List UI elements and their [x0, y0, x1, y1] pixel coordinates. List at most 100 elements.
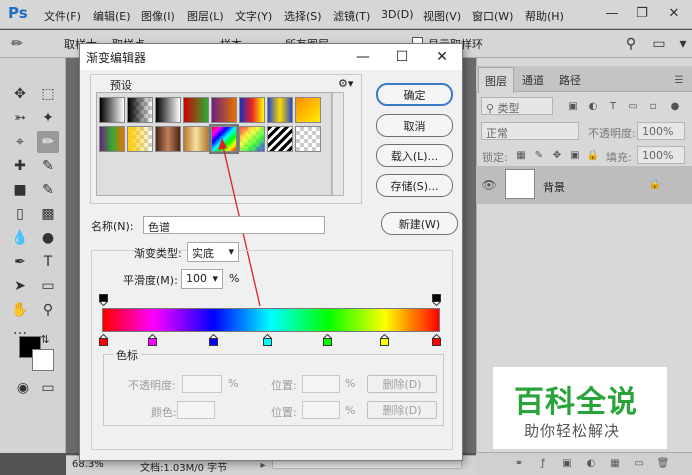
gradient-type-select[interactable]: 实底 ▾ — [187, 242, 239, 262]
hand-tool-icon[interactable]: ✋ — [9, 299, 31, 321]
background-color-swatch[interactable] — [32, 349, 54, 371]
delete-opacity-stop-button[interactable]: 删除(D) — [367, 375, 437, 393]
swap-colors-icon[interactable]: ⇅ — [38, 332, 52, 346]
marquee-tool-icon[interactable]: ⬚ — [37, 83, 59, 105]
text-tool-icon[interactable]: T — [37, 251, 59, 273]
smoothness-field[interactable]: 100 ▾ — [181, 269, 223, 289]
rectangle-tool-icon[interactable]: ▭ — [37, 275, 59, 297]
magic-wand-tool-icon[interactable]: ✦ — [37, 107, 59, 129]
preset-blue-red-yellow[interactable] — [239, 97, 265, 123]
tab-channels[interactable]: 通道 — [516, 67, 550, 93]
menu-type[interactable]: 文字(Y) — [235, 8, 272, 24]
adjustment-layer-icon[interactable]: ◐ — [584, 456, 598, 470]
workspace-menu-icon[interactable]: ▾ — [672, 33, 692, 55]
eyedropper-icon[interactable]: ✏ — [6, 33, 28, 55]
lock-artboard-icon[interactable]: ▣ — [568, 148, 582, 162]
menu-layer[interactable]: 图层(L) — [187, 8, 224, 24]
menu-image[interactable]: 图像(I) — [141, 8, 175, 24]
fill-field[interactable]: 100% — [637, 146, 685, 164]
gradient-tool-icon[interactable]: ▩ — [37, 203, 59, 225]
ok-button[interactable]: 确定 — [376, 83, 453, 106]
preset-yellow-transparent[interactable] — [127, 126, 153, 152]
new-button[interactable]: 新建(W) — [381, 212, 458, 235]
preset-orange-yellow[interactable] — [295, 97, 321, 123]
lock-all-icon[interactable]: 🔒 — [586, 148, 600, 162]
stop-opacity-position-field[interactable] — [302, 375, 340, 393]
stop-color-swatch[interactable] — [177, 401, 215, 419]
color-stop-magenta[interactable] — [148, 334, 157, 346]
blend-mode-select[interactable]: 正常 — [481, 122, 579, 140]
healing-tool-icon[interactable]: ✚ — [9, 155, 31, 177]
preset-fg-transparent[interactable] — [127, 97, 153, 123]
horizontal-scrollbar[interactable] — [272, 460, 462, 469]
crop-tool-icon[interactable]: ⌖ — [9, 131, 31, 153]
menu-select[interactable]: 选择(S) — [284, 8, 322, 24]
menu-help[interactable]: 帮助(H) — [525, 8, 564, 24]
zoom-tool-icon[interactable]: ⚲ — [37, 299, 59, 321]
add-mask-icon[interactable]: ▣ — [560, 456, 574, 470]
move-tool-icon[interactable]: ✥ — [9, 83, 31, 105]
color-stop-yellow[interactable] — [380, 334, 389, 346]
lock-transparent-icon[interactable]: ▦ — [514, 148, 528, 162]
color-stop-red-right[interactable] — [432, 334, 441, 346]
filter-smart-icon[interactable]: ▫ — [646, 99, 660, 113]
pen-tool-icon[interactable]: ✒ — [9, 251, 31, 273]
search-icon[interactable]: ⚲ — [620, 33, 642, 55]
panel-menu-icon[interactable]: ☰ — [672, 73, 686, 87]
close-icon[interactable]: ✕ — [660, 2, 688, 24]
fx-icon[interactable]: ƒ — [536, 456, 550, 470]
name-field[interactable]: 色谱 — [143, 216, 325, 234]
link-layers-icon[interactable]: ⚭ — [512, 456, 526, 470]
preset-transparent[interactable] — [295, 126, 321, 152]
filter-adjust-icon[interactable]: ◐ — [586, 99, 600, 113]
eraser-tool-icon[interactable]: ▯ — [9, 203, 31, 225]
lock-position-icon[interactable]: ✥ — [550, 148, 564, 162]
filter-type-icon[interactable]: T — [606, 99, 620, 113]
visibility-eye-icon[interactable]: 👁 — [481, 178, 496, 192]
eyedropper-tool-icon[interactable]: ✏ — [37, 131, 59, 153]
new-layer-icon[interactable]: ▭ — [632, 456, 646, 470]
blur-tool-icon[interactable]: 💧 — [9, 227, 31, 249]
save-button[interactable]: 存储(S)... — [376, 174, 453, 197]
lock-pixels-icon[interactable]: ✎ — [532, 148, 546, 162]
menu-view[interactable]: 视图(V) — [423, 8, 461, 24]
opacity-stop-right[interactable] — [432, 294, 441, 306]
preset-black-white[interactable] — [155, 97, 181, 123]
filter-shape-icon[interactable]: ▭ — [626, 99, 640, 113]
preset-copper[interactable] — [155, 126, 181, 152]
menu-file[interactable]: 文件(F) — [44, 8, 81, 24]
stop-opacity-field[interactable] — [182, 375, 222, 393]
preset-fg-bg[interactable] — [99, 97, 125, 123]
preset-chrome[interactable] — [183, 126, 209, 152]
load-button[interactable]: 载入(L)... — [376, 144, 453, 167]
color-stop-blue[interactable] — [209, 334, 218, 346]
dialog-maximize-icon[interactable]: ☐ — [383, 44, 421, 70]
tab-paths[interactable]: 路径 — [553, 67, 587, 93]
brush-tool-icon[interactable]: ✎ — [37, 155, 59, 177]
preset-blue-yellow-blue[interactable] — [267, 97, 293, 123]
tab-layers[interactable]: 图层 — [478, 67, 514, 93]
delete-color-stop-button[interactable]: 删除(D) — [367, 401, 437, 419]
presets-scrollbar[interactable] — [332, 92, 344, 196]
menu-filter[interactable]: 滤镜(T) — [333, 8, 370, 24]
cancel-button[interactable]: 取消 — [376, 114, 453, 137]
screen-mode-icon[interactable]: ▭ — [37, 377, 59, 399]
layer-kind-filter[interactable]: ⚲ 类型 — [481, 97, 553, 115]
history-brush-tool-icon[interactable]: ✎ — [37, 179, 59, 201]
presets-gear-icon[interactable]: ⚙▾ — [338, 77, 353, 90]
color-stop-cyan[interactable] — [263, 334, 272, 346]
color-stop-red-left[interactable] — [99, 334, 108, 346]
dodge-tool-icon[interactable]: ● — [37, 227, 59, 249]
gradient-preview-bar[interactable] — [102, 308, 440, 332]
preset-violet-green-orange[interactable] — [99, 126, 125, 152]
stamp-tool-icon[interactable]: ■ — [9, 179, 31, 201]
new-group-icon[interactable]: ▦ — [608, 456, 622, 470]
opacity-stop-left[interactable] — [99, 294, 108, 306]
quick-mask-icon[interactable]: ◉ — [12, 377, 34, 399]
menu-3d[interactable]: 3D(D) — [381, 8, 414, 21]
minimize-icon[interactable]: — — [598, 2, 626, 24]
preset-red-green[interactable] — [183, 97, 209, 123]
menu-edit[interactable]: 编辑(E) — [93, 8, 131, 24]
path-select-tool-icon[interactable]: ➤ — [9, 275, 31, 297]
dialog-close-icon[interactable]: ✕ — [423, 44, 461, 70]
